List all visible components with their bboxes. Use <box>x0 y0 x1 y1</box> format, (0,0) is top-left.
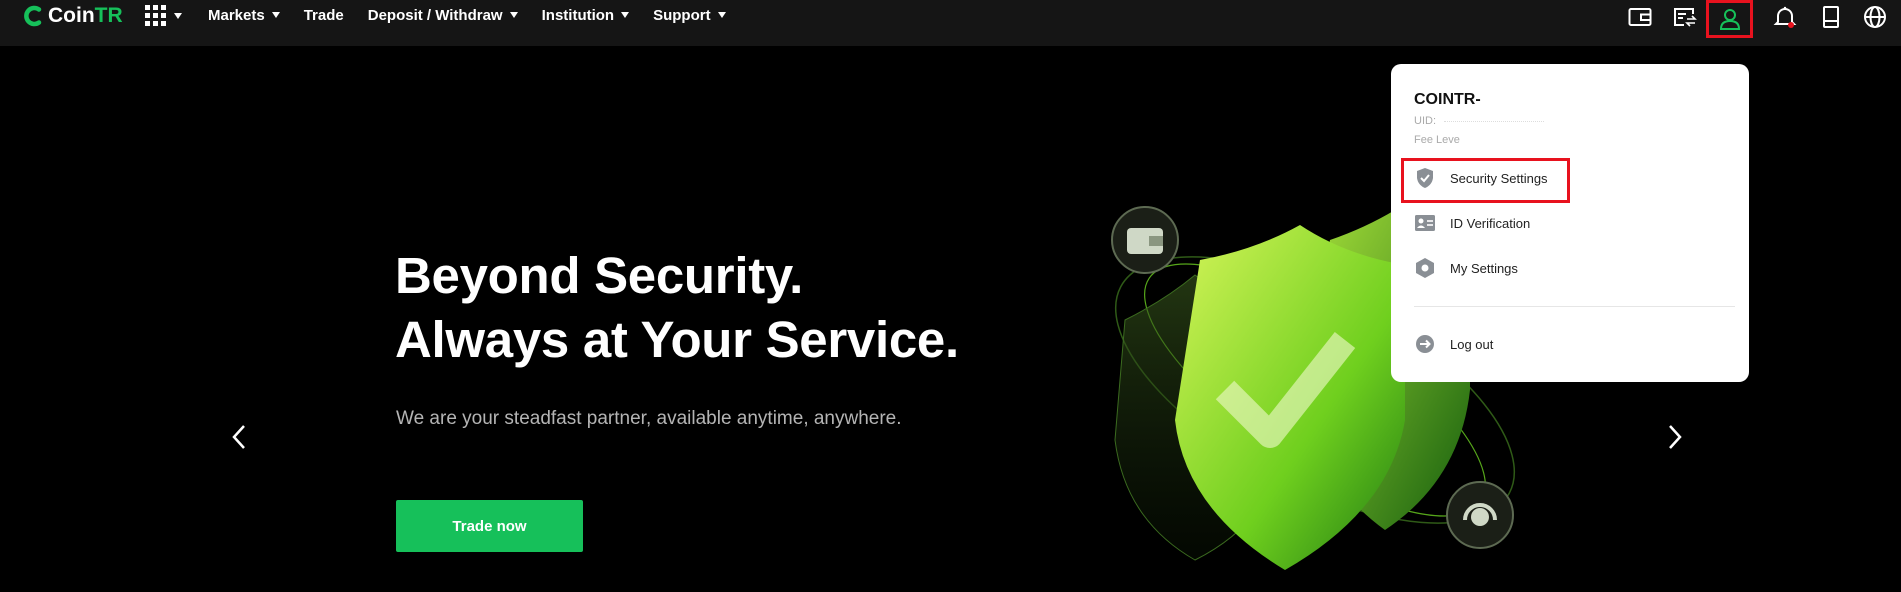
wallet-button[interactable] <box>1623 2 1657 32</box>
fee-level-label: Fee Leve <box>1414 134 1460 146</box>
menu-item-label: Log out <box>1450 336 1494 352</box>
carousel-next-button[interactable] <box>1660 422 1690 452</box>
download-icon <box>1823 6 1839 28</box>
cointr-logo[interactable]: Coin TR <box>22 4 123 28</box>
uid-label: UID: <box>1414 115 1436 127</box>
nav-markets-label: Markets <box>208 6 265 24</box>
orders-icon <box>1674 8 1697 27</box>
hero-title-line-1: Beyond Security. <box>395 247 804 304</box>
hero-title-line-2: Always at Your Service. <box>395 311 959 368</box>
wallet-icon <box>1628 8 1652 26</box>
account-button[interactable] <box>1706 0 1753 38</box>
nav-support[interactable]: Support <box>653 7 726 24</box>
nav-deposit-withdraw[interactable]: Deposit / Withdraw <box>368 7 518 24</box>
menu-item-label: ID Verification <box>1450 215 1531 231</box>
cointr-logo-icon <box>24 5 42 27</box>
menu-item-id-verification[interactable]: ID Verification <box>1414 212 1530 234</box>
logout-icon <box>1414 333 1436 355</box>
chevron-down-icon <box>621 12 630 18</box>
uid-redacted <box>1444 120 1544 122</box>
notifications-button[interactable] <box>1768 2 1802 32</box>
grid-icon <box>145 5 166 26</box>
chevron-down-icon <box>509 12 518 18</box>
account-name: COINTR- <box>1414 91 1481 108</box>
account-uid: UID: <box>1414 115 1544 127</box>
nav-support-label: Support <box>653 6 711 24</box>
nav-trade[interactable]: Trade <box>304 7 344 24</box>
account-dropdown-menu: COINTR- UID: Fee Leve Security Settings … <box>1391 64 1749 382</box>
bell-icon <box>1773 6 1797 28</box>
main-menu: Markets Trade Deposit / Withdraw Institu… <box>208 0 750 30</box>
carousel-prev-button[interactable] <box>224 422 254 452</box>
orders-button[interactable] <box>1668 2 1702 32</box>
trade-now-button[interactable]: Trade now <box>396 500 583 552</box>
chevron-down-icon <box>717 12 726 18</box>
download-app-button[interactable] <box>1814 2 1848 32</box>
logo-text-coin: Coin <box>48 4 95 27</box>
hero-title: Beyond Security. Always at Your Service. <box>395 244 959 372</box>
menu-divider <box>1414 306 1735 307</box>
menu-item-label: My Settings <box>1450 260 1518 276</box>
hero-subtitle: We are your steadfast partner, available… <box>396 408 902 429</box>
logo-text-tr: TR <box>94 4 123 27</box>
menu-item-label: Security Settings <box>1450 170 1548 186</box>
menu-item-my-settings[interactable]: My Settings <box>1414 257 1518 279</box>
nav-trade-label: Trade <box>303 6 344 24</box>
language-button[interactable] <box>1858 2 1892 32</box>
shield-check-icon <box>1414 167 1436 189</box>
apps-grid-menu[interactable] <box>145 5 182 27</box>
chevron-down-icon <box>271 12 280 18</box>
menu-item-log-out[interactable]: Log out <box>1414 333 1493 355</box>
menu-item-security-settings[interactable]: Security Settings <box>1414 167 1548 189</box>
nav-institution-label: Institution <box>541 6 615 24</box>
nav-deposit-withdraw-label: Deposit / Withdraw <box>367 6 503 24</box>
nav-institution[interactable]: Institution <box>541 6 630 24</box>
top-navigation-bar: Coin TR Markets Trade Deposit / Withdraw … <box>0 0 1901 46</box>
id-card-icon <box>1414 212 1436 234</box>
chevron-right-icon <box>1669 425 1682 449</box>
user-icon <box>1719 9 1740 30</box>
globe-icon <box>1864 6 1886 28</box>
settings-hex-icon <box>1414 257 1436 279</box>
chevron-left-icon <box>232 425 245 449</box>
chevron-down-icon <box>174 13 182 19</box>
nav-markets[interactable]: Markets <box>208 7 280 24</box>
